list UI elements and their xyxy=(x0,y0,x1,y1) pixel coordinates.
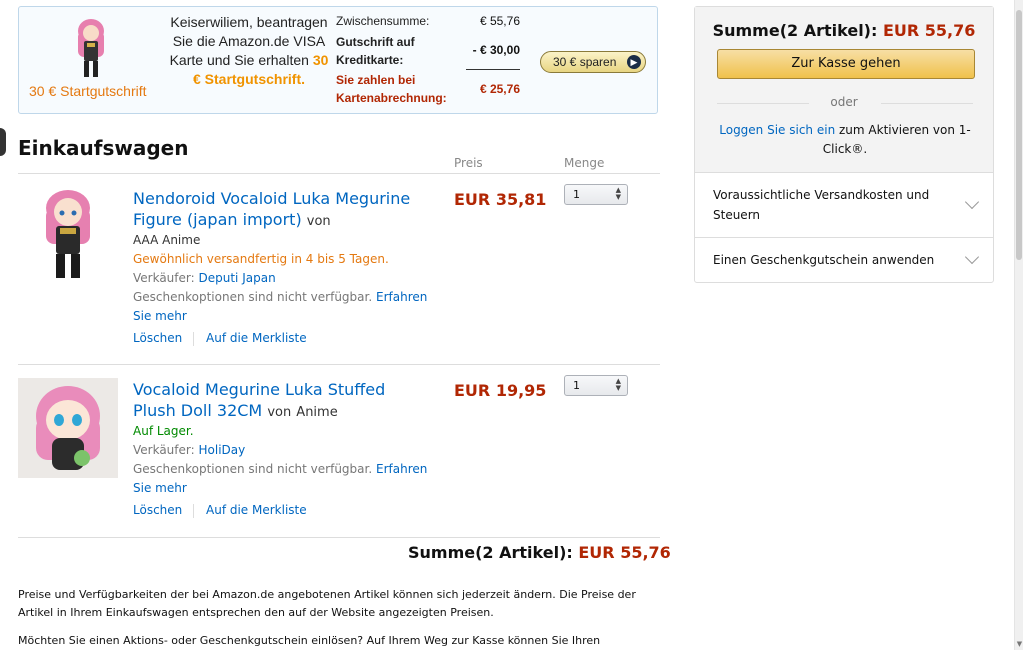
product-image-nendoroid[interactable] xyxy=(18,186,118,286)
chevron-down-icon xyxy=(964,194,980,210)
figure-thumbnail xyxy=(78,19,104,77)
wishlist-link-1[interactable]: Auf die Merkliste xyxy=(206,331,307,345)
seller-line-1: Verkäufer: Deputi Japan xyxy=(133,271,276,285)
price-notice: Preise und Verfügbarkeiten der bei Amazo… xyxy=(18,588,636,619)
subtotal-value: € 55,76 xyxy=(479,14,520,28)
divider xyxy=(18,364,660,365)
chevron-down-icon xyxy=(964,249,980,265)
visa-promo-banner: 30 € Startgutschrift Keiserwiliem, beant… xyxy=(18,6,658,114)
save-30-button[interactable]: 30 € sparen ▶ xyxy=(540,51,646,73)
seller-link-1[interactable]: Deputi Japan xyxy=(199,271,276,285)
quantity-select-2[interactable]: 1 ▲ ▼ xyxy=(564,375,628,396)
one-click-login: Loggen Sie sich ein zum Aktivieren von 1… xyxy=(719,123,971,156)
scroll-down-icon[interactable]: ▼ xyxy=(1015,640,1023,648)
checkout-panel: Summe(2 Artikel): EUR 55,76 Zur Kasse ge… xyxy=(694,6,994,283)
checkout-summary: Summe(2 Artikel): EUR 55,76 Zur Kasse ge… xyxy=(695,7,993,173)
price-1: EUR 35,81 xyxy=(454,190,547,209)
delete-link-2[interactable]: Löschen xyxy=(133,503,182,517)
gift-voucher-accordion[interactable]: Einen Geschenkgutschein anwenden xyxy=(695,238,993,282)
voucher-notice: Möchten Sie einen Aktions- oder Geschenk… xyxy=(18,634,601,647)
quantity-column-header: Menge xyxy=(564,156,605,170)
seller-line-2: Verkäufer: HoliDay xyxy=(133,443,246,457)
availability-2: Auf Lager. xyxy=(133,424,194,438)
price-column-header: Preis xyxy=(454,156,483,170)
panel-subtotal-value: EUR 55,76 xyxy=(882,21,976,40)
price-2: EUR 19,95 xyxy=(454,381,547,400)
page-scrollbar[interactable]: ▼ xyxy=(1014,0,1023,650)
product-brand-1: AAA Anime xyxy=(133,233,201,247)
action-separator xyxy=(193,332,194,346)
gift-options-2: Geschenkoptionen sind nicht verfügbar. E… xyxy=(133,462,428,495)
stepper-icon: ▲ ▼ xyxy=(615,377,621,392)
sum-separator xyxy=(466,69,520,70)
cart-subtotal: Summe(2 Artikel): EUR 55,76 xyxy=(408,543,671,562)
product-brand-2: Anime xyxy=(296,405,338,420)
divider xyxy=(881,103,973,104)
feedback-handle[interactable] xyxy=(0,128,6,156)
proceed-to-checkout-button[interactable]: Zur Kasse gehen xyxy=(717,49,975,79)
seller-link-2[interactable]: HoliDay xyxy=(199,443,246,457)
action-separator xyxy=(193,504,194,518)
panel-subtotal: Summe(2 Artikel): EUR 55,76 xyxy=(712,21,976,40)
wishlist-link-2[interactable]: Auf die Merkliste xyxy=(206,503,307,517)
quantity-select-1[interactable]: 1 ▲ ▼ xyxy=(564,184,628,205)
or-separator: oder xyxy=(830,95,858,109)
start-credit-label: 30 € Startgutschrift xyxy=(29,83,147,99)
subtotal-label: Zwischensumme: xyxy=(336,14,430,28)
divider xyxy=(18,537,660,538)
card-credit-value: - € 30,00 xyxy=(472,43,520,57)
page-title: Einkaufswagen xyxy=(18,136,189,160)
delete-link-1[interactable]: Löschen xyxy=(133,331,182,345)
product-image-plush[interactable] xyxy=(18,378,118,478)
cart-subtotal-value: EUR 55,76 xyxy=(578,543,671,562)
stepper-icon: ▲ ▼ xyxy=(615,186,621,201)
scrollbar-thumb[interactable] xyxy=(1016,10,1022,260)
product-title-1[interactable]: Nendoroid Vocaloid Luka Megurine Figure … xyxy=(133,188,433,232)
pay-value: € 25,76 xyxy=(479,82,520,96)
divider xyxy=(18,173,660,174)
gift-options-1: Geschenkoptionen sind nicht verfügbar. E… xyxy=(133,290,428,323)
shipping-estimate-accordion[interactable]: Voraussichtliche Versandkosten und Steue… xyxy=(695,173,993,238)
login-link[interactable]: Loggen Sie sich ein xyxy=(719,123,835,137)
promo-description: Keiserwiliem, beantragen Sie die Amazon.… xyxy=(169,14,329,87)
availability-1: Gewöhnlich versandfertig in 4 bis 5 Tage… xyxy=(133,252,389,266)
card-credit-label: Gutschrift auf Kreditkarte: xyxy=(336,35,415,67)
arrow-right-icon: ▶ xyxy=(627,55,641,69)
product-title-2[interactable]: Vocaloid Megurine Luka Stuffed Plush Dol… xyxy=(133,379,433,423)
